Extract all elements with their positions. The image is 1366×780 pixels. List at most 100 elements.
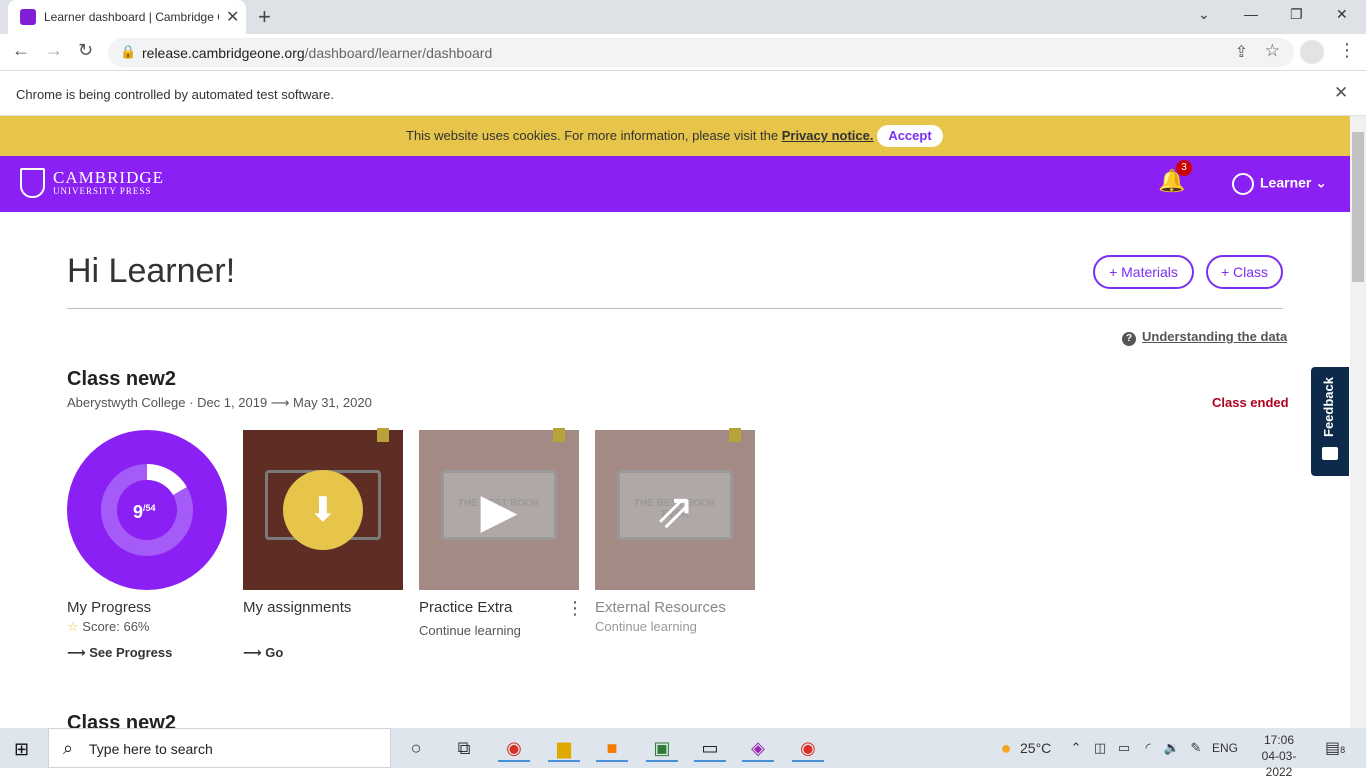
terminal-icon[interactable]: ▭ <box>694 734 726 762</box>
cambridge-logo[interactable]: CAMBRIDGE UNIVERSITY PRESS <box>20 168 163 200</box>
close-infobar-icon[interactable]: ✕ <box>1334 83 1348 103</box>
cookie-message: This website uses cookies. For more info… <box>406 128 782 143</box>
site-header: CAMBRIDGE UNIVERSITY PRESS <box>0 156 1350 212</box>
taskbar-search[interactable]: ⌕ Type here to search <box>48 728 391 768</box>
browser-tab[interactable]: Learner dashboard | Cambridge One ✕ <box>8 0 246 34</box>
share-icon[interactable]: ⇪ <box>1235 42 1248 62</box>
automation-infobar: Chrome is being controlled by automated … <box>0 72 1366 116</box>
see-progress-link[interactable]: ⟶ See Progress <box>67 645 172 661</box>
external-resources-subtitle: Continue learning <box>595 619 697 634</box>
tab-title: Learner dashboard | Cambridge One <box>44 10 219 24</box>
address-bar[interactable]: 🔒 release.cambridgeone.org/dashboard/lea… <box>108 38 1294 67</box>
minimize-window-button[interactable]: — <box>1244 6 1258 22</box>
notification-badge: 3 <box>1176 160 1192 176</box>
action-center-count: 8 <box>1340 745 1346 755</box>
logo-line1: CAMBRIDGE <box>53 168 165 187</box>
class-dates: · Dec 1, 2019 ⟶ May 31, 2020 <box>189 395 372 410</box>
lock-icon[interactable]: 🔒 <box>120 44 136 60</box>
cortana-icon[interactable]: ○ <box>400 734 432 762</box>
weather-sun-icon[interactable]: ● <box>990 734 1022 762</box>
action-center-icon[interactable]: ▤8 <box>1325 738 1345 758</box>
chevron-down-icon: ⌄ <box>1315 174 1327 191</box>
scrollbar-thumb[interactable] <box>1352 132 1364 282</box>
tab-search-chevron-icon[interactable]: ⌄ <box>1198 6 1210 23</box>
practice-extra-card[interactable]: THE BEST BOOK EVER ▶ <box>419 428 579 590</box>
profile-avatar-icon[interactable] <box>1300 40 1324 64</box>
url-host: release.cambridgeone.org <box>142 45 305 61</box>
task-view-icon[interactable]: ⧉ <box>448 734 480 762</box>
feedback-label: Feedback <box>1321 377 1336 437</box>
accept-cookies-button[interactable]: Accept <box>877 125 943 147</box>
page-scrollbar[interactable] <box>1350 116 1366 728</box>
weather-temperature[interactable]: 25°C <box>1020 740 1051 756</box>
practice-extra-title[interactable]: Practice Extra <box>419 599 512 616</box>
url-text: release.cambridgeone.org/dashboard/learn… <box>142 45 492 61</box>
feedback-tab[interactable]: Feedback <box>1311 367 1349 476</box>
help-icon: ? <box>1122 332 1136 346</box>
class-status: Class ended <box>1212 395 1289 410</box>
clock[interactable]: 17:06 04-03-2022 <box>1254 732 1304 780</box>
add-materials-button[interactable]: + Materials <box>1093 255 1194 289</box>
chrome-app-icon[interactable]: ◉ <box>498 734 530 762</box>
windows-start-icon[interactable]: ⊞ <box>14 739 29 760</box>
messaging-app-icon[interactable]: ▣ <box>646 734 678 762</box>
clock-time: 17:06 <box>1263 733 1295 747</box>
search-icon: ⌕ <box>63 738 74 758</box>
score-text: Score: 66% <box>82 619 150 634</box>
add-class-button[interactable]: + Class <box>1206 255 1283 289</box>
back-arrow-icon[interactable]: ← <box>12 40 30 61</box>
privacy-notice-link[interactable]: Privacy notice. <box>782 128 874 143</box>
close-window-button[interactable]: ✕ <box>1336 6 1348 23</box>
progress-completed: 9 <box>133 502 144 522</box>
chrome-menu-icon[interactable]: ⋮ <box>1338 40 1356 61</box>
forward-arrow-icon[interactable]: → <box>45 40 63 61</box>
infobar-message: Chrome is being controlled by automated … <box>16 87 334 102</box>
sublime-text-icon[interactable]: ■ <box>596 734 628 762</box>
more-options-icon[interactable]: ⋮ <box>566 598 584 619</box>
bookmark-star-icon[interactable]: ☆ <box>1265 41 1280 61</box>
bookmark-ribbon-icon <box>553 428 565 442</box>
external-resources-card[interactable]: THE BEST BOOK EVER ⇗ <box>595 428 755 590</box>
cookie-text: This website uses cookies. For more info… <box>406 128 874 143</box>
file-explorer-icon[interactable]: ▆ <box>548 734 580 762</box>
my-assignments-title[interactable]: My assignments <box>243 599 351 616</box>
go-link[interactable]: ⟶ Go <box>243 645 283 661</box>
user-menu[interactable]: Learner ⌄ <box>1232 173 1327 195</box>
logo-line2: UNIVERSITY PRESS <box>53 186 152 196</box>
mobile-play-icon: ▶ <box>480 485 518 538</box>
page-title: Hi Learner! <box>67 252 236 290</box>
understanding-data-link[interactable]: ? Understanding the data <box>1122 329 1287 346</box>
browser-tab-strip: Learner dashboard | Cambridge One ✕ + ⌄ … <box>0 0 1366 34</box>
my-assignments-card[interactable]: ⬇ <box>243 428 403 590</box>
language-indicator[interactable]: ENG <box>1212 741 1238 755</box>
user-avatar-icon <box>1232 173 1254 195</box>
external-share-icon: ⇗ <box>654 485 696 538</box>
clock-date: 04-03-2022 <box>1261 749 1297 779</box>
paint-app-icon[interactable]: ◈ <box>742 734 774 762</box>
cookie-banner: This website uses cookies. For more info… <box>0 116 1350 156</box>
chrome-app-icon-2[interactable]: ◉ <box>792 734 824 762</box>
class-meta: Aberystwyth College · Dec 1, 2019 ⟶ May … <box>67 395 372 411</box>
pen-icon[interactable]: ✎ <box>1180 734 1212 762</box>
search-placeholder: Type here to search <box>89 741 213 757</box>
progress-total: /54 <box>143 503 156 513</box>
new-tab-button[interactable]: + <box>258 4 271 30</box>
progress-count: 9/54 <box>133 502 156 523</box>
restore-window-button[interactable]: ❐ <box>1290 6 1303 23</box>
close-tab-icon[interactable]: ✕ <box>226 7 239 27</box>
score-row: ☆ Score: 66% <box>67 619 149 635</box>
score-star-icon: ☆ <box>67 619 79 634</box>
next-class-name: Class new2 <box>67 712 176 728</box>
reload-icon[interactable]: ↻ <box>78 40 93 61</box>
class-name: Class new2 <box>67 368 176 390</box>
understanding-data-text: Understanding the data <box>1142 329 1288 344</box>
windows-taskbar: ⊞ ⌕ Type here to search ○ ⧉ ◉ ▆ ■ ▣ ▭ ◈ … <box>0 728 1366 779</box>
cambridge-shield-icon <box>20 168 45 198</box>
practice-extra-subtitle: Continue learning <box>419 623 521 638</box>
feedback-smiley-icon <box>1322 447 1338 460</box>
cambridge-favicon-icon <box>20 9 36 25</box>
class-college: Aberystwyth College <box>67 395 186 410</box>
external-resources-title[interactable]: External Resources <box>595 599 726 616</box>
browser-toolbar: ← → ↻ 🔒 release.cambridgeone.org/dashboa… <box>0 34 1366 71</box>
my-progress-title[interactable]: My Progress <box>67 599 151 616</box>
